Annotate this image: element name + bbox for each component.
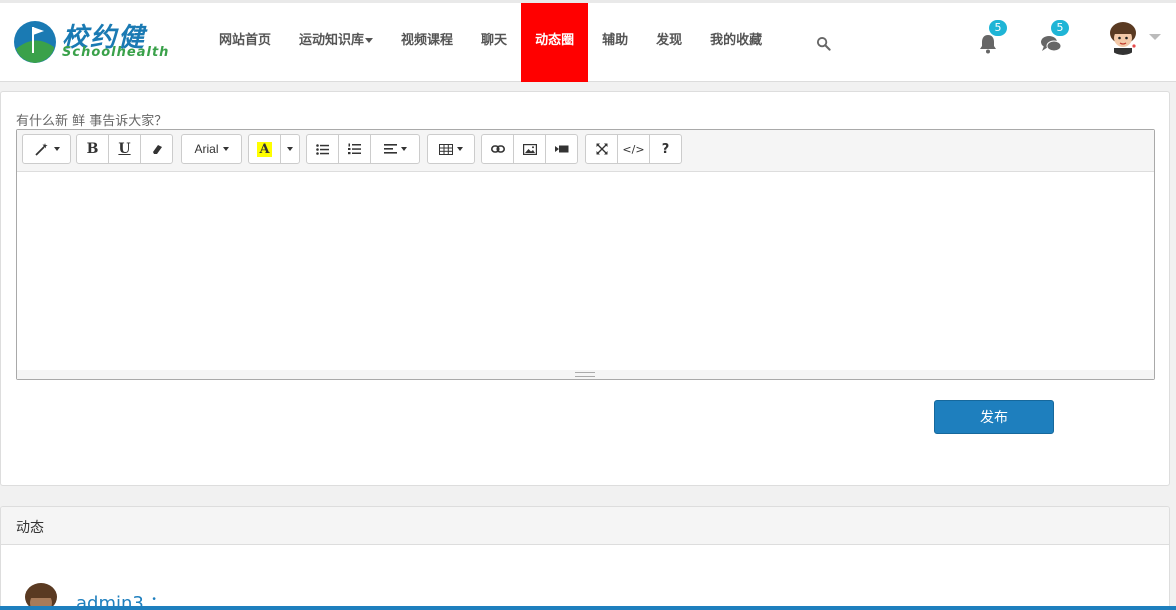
main-nav: 网站首页 运动知识库 视频课程 聊天 动态圈 辅助 发现 我的收藏 <box>205 3 776 82</box>
user-avatar[interactable] <box>1105 19 1141 55</box>
nav-item-label: 动态圈 <box>535 33 575 48</box>
top-navbar: 校约健 Schoolhealth 网站首页 运动知识库 视频课程 聊天 动态圈 … <box>0 0 1176 82</box>
new-post-panel: 有什么新 鲜 事告诉大家？ B U Arial A </> ? 发布 <box>0 91 1170 486</box>
font-name-dropdown[interactable]: Arial <box>181 134 242 164</box>
table-icon <box>439 143 453 155</box>
feed-header: 动态 <box>1 507 1169 545</box>
messages-button[interactable]: 5 <box>1037 20 1069 59</box>
list-ol-icon <box>348 143 361 155</box>
align-left-icon <box>383 144 397 154</box>
chevron-down-icon <box>365 38 374 43</box>
site-logo[interactable]: 校约健 Schoolhealth <box>12 17 168 67</box>
video-icon <box>554 145 568 153</box>
editor-toolbar: B U Arial A </> ? <box>17 130 1154 172</box>
help-glyph: ? <box>661 141 670 157</box>
nav-item-assist[interactable]: 辅助 <box>588 3 642 82</box>
insert-image-button[interactable] <box>513 134 546 164</box>
grip-icon <box>575 372 595 377</box>
unordered-list-button[interactable] <box>306 134 339 164</box>
caret-down-icon <box>222 147 229 151</box>
font-name-value: Arial <box>194 142 219 156</box>
font-style-group: B U <box>76 134 173 164</box>
nav-item-label: 视频课程 <box>401 33 454 48</box>
clear-format-button[interactable] <box>140 134 173 164</box>
align-dropdown[interactable] <box>370 134 420 164</box>
fullscreen-button[interactable] <box>585 134 618 164</box>
caret-down-icon <box>53 147 60 151</box>
insert-group <box>481 134 578 164</box>
nav-item-label: 聊天 <box>481 33 508 48</box>
insert-video-button[interactable] <box>545 134 578 164</box>
bottom-divider <box>0 606 1176 610</box>
font-name-group: Arial <box>181 134 242 164</box>
publish-button[interactable]: 发布 <box>934 400 1054 434</box>
feed-panel: 动态 admin3 ： <box>0 506 1170 610</box>
eraser-icon <box>152 145 162 154</box>
rich-text-editor: B U Arial A </> ? <box>16 129 1155 380</box>
picture-icon <box>522 143 537 155</box>
post-content-input[interactable] <box>17 172 1154 370</box>
nav-item-label: 运动知识库 <box>299 33 365 48</box>
logo-name-en: Schoolhealth <box>62 45 170 60</box>
highlight-color-button[interactable]: A <box>248 134 281 164</box>
code-glyph: </> <box>622 142 645 156</box>
notifications-button[interactable]: 5 <box>974 20 1007 59</box>
message-count-badge: 5 <box>1051 20 1069 36</box>
table-group <box>427 134 475 164</box>
fullscreen-icon <box>596 143 607 155</box>
nav-item-label: 发现 <box>656 33 683 48</box>
insert-link-button[interactable] <box>481 134 514 164</box>
nav-item-chat[interactable]: 聊天 <box>467 3 521 82</box>
nav-item-favorites[interactable]: 我的收藏 <box>696 3 776 82</box>
color-dropdown-button[interactable] <box>280 134 300 164</box>
style-group <box>22 134 71 164</box>
page: 校约健 Schoolhealth 网站首页 运动知识库 视频课程 聊天 动态圈 … <box>0 0 1176 610</box>
bold-button[interactable]: B <box>76 134 109 164</box>
nav-item-label: 辅助 <box>602 33 629 48</box>
link-icon <box>490 145 505 153</box>
notification-count-badge: 5 <box>989 20 1007 36</box>
logo-globe-icon <box>14 21 56 63</box>
paragraph-group <box>306 134 420 164</box>
view-group: </> ? <box>585 134 682 164</box>
chevron-down-icon[interactable] <box>1149 34 1161 40</box>
nav-item-knowledge-base[interactable]: 运动知识库 <box>285 3 387 82</box>
underline-glyph: U <box>118 141 131 157</box>
avatar-image <box>1105 19 1141 55</box>
search-icon[interactable] <box>816 36 831 51</box>
caret-down-icon <box>400 147 407 151</box>
style-button[interactable] <box>22 134 71 164</box>
list-ul-icon <box>316 143 329 155</box>
nav-item-moments[interactable]: 动态圈 <box>521 3 589 82</box>
post-prompt-label: 有什么新 鲜 事告诉大家？ <box>16 114 168 129</box>
comments-icon <box>1041 36 1062 52</box>
highlight-glyph: A <box>257 141 272 157</box>
nav-item-video-courses[interactable]: 视频课程 <box>387 3 467 82</box>
nav-item-label: 网站首页 <box>219 33 272 48</box>
underline-button[interactable]: U <box>108 134 141 164</box>
feed-title: 动态 <box>16 520 44 536</box>
nav-item-label: 我的收藏 <box>710 33 763 48</box>
bell-icon <box>980 35 996 54</box>
publish-button-label: 发布 <box>980 410 1008 426</box>
ordered-list-button[interactable] <box>338 134 371 164</box>
caret-down-icon <box>287 147 293 151</box>
code-view-button[interactable]: </> <box>617 134 650 164</box>
editor-resize-handle[interactable] <box>17 370 1154 379</box>
insert-table-dropdown[interactable] <box>427 134 475 164</box>
bold-glyph: B <box>86 141 99 157</box>
nav-item-discover[interactable]: 发现 <box>642 3 696 82</box>
nav-item-home[interactable]: 网站首页 <box>205 3 285 82</box>
magic-wand-icon <box>34 143 48 156</box>
help-button[interactable]: ? <box>649 134 682 164</box>
color-group: A <box>248 134 300 164</box>
caret-down-icon <box>457 147 463 151</box>
